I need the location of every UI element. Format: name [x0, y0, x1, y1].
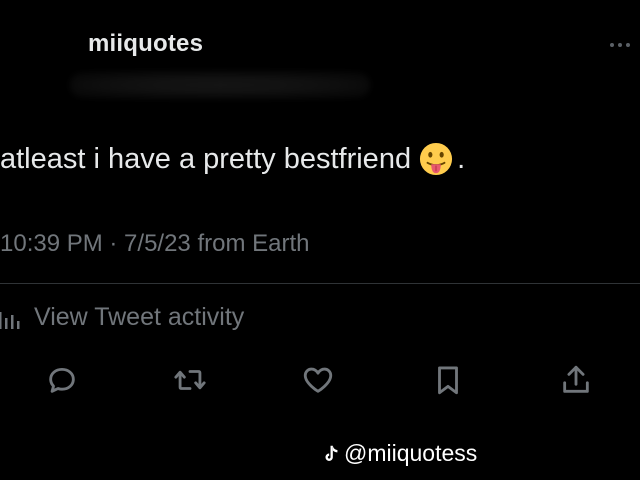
heart-icon — [303, 367, 333, 393]
retweet-button[interactable] — [170, 360, 210, 400]
view-tweet-activity-link[interactable]: View Tweet activity — [0, 303, 244, 332]
bar-chart-icon — [0, 311, 20, 329]
tweet-text-body: atleast i have a pretty bestfriend — [0, 142, 412, 175]
action-bar — [0, 360, 640, 400]
tweet-text: atleast i have a pretty bestfriend . — [0, 142, 465, 176]
speech-bubble-icon — [49, 367, 75, 393]
tiktok-watermark: @miiquotess — [320, 440, 477, 467]
divider — [0, 283, 640, 284]
bookmark-icon — [438, 366, 458, 395]
tweet-timestamp[interactable]: 10:39 PM · 7/5/23 from Earth — [0, 230, 309, 258]
display-name[interactable]: miiquotes — [88, 30, 203, 58]
tiktok-icon — [325, 445, 338, 461]
face-with-tongue-emoji-icon — [420, 142, 453, 176]
share-icon — [563, 365, 589, 393]
bookmark-button[interactable] — [428, 360, 468, 400]
watermark-handle: @miiquotess — [344, 440, 478, 466]
like-button[interactable] — [298, 360, 338, 400]
more-options-icon[interactable] — [610, 40, 640, 50]
tweet-text-suffix: . — [457, 142, 466, 175]
reply-button[interactable] — [42, 360, 82, 400]
view-tweet-activity-label: View Tweet activity — [34, 303, 245, 331]
share-button[interactable] — [556, 360, 596, 400]
tweet-detail: miiquotes atleast i have a pretty bestfr… — [0, 0, 640, 480]
retweet-icon — [174, 370, 206, 390]
blurred-handle — [70, 72, 370, 98]
